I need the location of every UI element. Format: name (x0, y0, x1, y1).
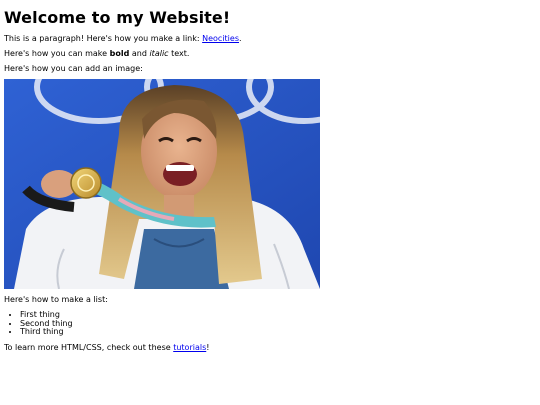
paragraph-format: Here's how you can make bold and italic … (4, 49, 536, 59)
paragraph-image-intro: Here's how you can add an image: (4, 64, 143, 73)
tutorials-text-before: To learn more HTML/CSS, check out these (4, 342, 174, 352)
paragraph-link: This is a paragraph! Here's how you make… (4, 34, 536, 44)
neocities-link[interactable]: Neocities (202, 34, 239, 43)
paragraph-link-text-after: . (239, 34, 242, 43)
thing-list: First thing Second thing Third thing (4, 310, 536, 337)
paragraph-list-intro: Here's how to make a list: (4, 295, 108, 304)
tutorials-link[interactable]: tutorials (173, 343, 206, 352)
page-title: Welcome to my Website! (4, 8, 231, 27)
list-item: Third thing (20, 327, 536, 337)
page-content: Welcome to my Website! This is a paragra… (4, 0, 536, 353)
format-text-after: text. (168, 49, 190, 58)
format-text-middle: and (129, 49, 150, 58)
format-text-before: Here's how you can make (4, 49, 110, 58)
paragraph-link-text-before: This is a paragraph! Here's how you make… (4, 34, 203, 43)
list-item: First thing (20, 310, 536, 320)
list-item: Second thing (20, 319, 536, 329)
bold-text: bold (109, 49, 130, 58)
paragraph-tutorials: To learn more HTML/CSS, check out these … (4, 343, 536, 353)
italic-text: italic (149, 49, 169, 58)
athlete-photo (4, 79, 320, 289)
tutorials-text-after: ! (206, 342, 210, 352)
